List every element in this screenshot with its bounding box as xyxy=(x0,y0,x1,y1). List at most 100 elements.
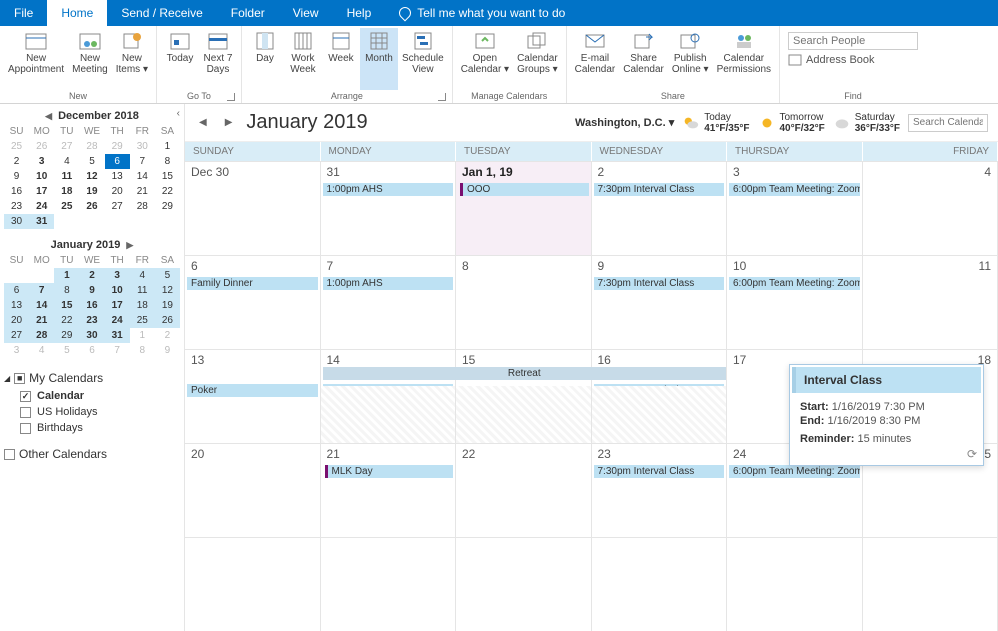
birthdays-checkbox[interactable] xyxy=(20,423,31,434)
mini-cal-day[interactable]: 4 xyxy=(54,154,79,169)
calendar-event[interactable]: Poker xyxy=(187,384,318,397)
mini-cal-day[interactable]: 20 xyxy=(105,184,130,199)
day-cell[interactable]: 11 xyxy=(863,256,998,349)
weather-location[interactable]: Washington, D.C. ▾ xyxy=(575,116,674,129)
mini-cal-day[interactable]: 31 xyxy=(29,214,54,229)
mini-cal-day[interactable]: 3 xyxy=(29,154,54,169)
mini-cal-day[interactable]: 8 xyxy=(155,154,180,169)
my-calendars-header[interactable]: ◢ ■ My Calendars xyxy=(4,368,180,388)
week-button[interactable]: Week xyxy=(322,28,360,90)
mini-cal-day[interactable]: 5 xyxy=(54,343,79,358)
mini-cal-day[interactable]: 7 xyxy=(130,154,155,169)
mini-cal-day[interactable]: 25 xyxy=(4,139,29,154)
new-meeting-button[interactable]: NewMeeting xyxy=(68,28,112,90)
mini-cal-day[interactable]: 14 xyxy=(29,298,54,313)
new-items-button[interactable]: NewItems ▾ xyxy=(112,28,152,90)
mini-cal-day[interactable]: 28 xyxy=(29,328,54,343)
mini-cal-day[interactable]: 21 xyxy=(29,313,54,328)
mini-cal-day[interactable]: 3 xyxy=(4,343,29,358)
day-cell[interactable] xyxy=(321,538,457,631)
my-calendars-checkbox[interactable]: ■ xyxy=(14,373,25,384)
cal-prev-button[interactable]: ◀ xyxy=(195,117,211,128)
mini-cal-day[interactable]: 6 xyxy=(79,343,104,358)
schedule-view-button[interactable]: ScheduleView xyxy=(398,28,448,90)
mini-cal-day[interactable]: 19 xyxy=(79,184,104,199)
day-view-button[interactable]: Day xyxy=(246,28,284,90)
day-cell[interactable]: 311:00pm AHS xyxy=(321,162,457,255)
mini-cal-day[interactable]: 1 xyxy=(155,139,180,154)
menu-home[interactable]: Home xyxy=(47,0,107,26)
share-calendar-button[interactable]: ShareCalendar xyxy=(619,28,668,90)
publish-online-button[interactable]: PublishOnline ▾ xyxy=(668,28,713,90)
mini-cal-day[interactable]: 29 xyxy=(155,199,180,214)
mini-cal-day[interactable]: 10 xyxy=(105,283,130,298)
menu-view[interactable]: View xyxy=(279,0,333,26)
calendar-event[interactable]: 1:00pm AHS xyxy=(323,277,454,290)
mini-cal-day[interactable]: 24 xyxy=(29,199,54,214)
calendar-permissions-button[interactable]: CalendarPermissions xyxy=(713,28,775,90)
mini-cal-day[interactable]: 22 xyxy=(155,184,180,199)
mini-cal-day[interactable]: 16 xyxy=(79,298,104,313)
mini-cal-day[interactable]: 9 xyxy=(79,283,104,298)
day-cell[interactable]: 6Family Dinner xyxy=(185,256,321,349)
us-holidays-checkbox[interactable] xyxy=(20,407,31,418)
menu-help[interactable]: Help xyxy=(333,0,386,26)
calendar-event[interactable]: 6:00pm Team Meeting: Zoom xyxy=(729,465,860,478)
mini-cal-day[interactable]: 20 xyxy=(4,313,29,328)
email-calendar-button[interactable]: E-mailCalendar xyxy=(571,28,620,90)
day-cell[interactable]: 71:00pm AHS xyxy=(321,256,457,349)
mini-cal-day[interactable]: 30 xyxy=(79,328,104,343)
mini-cal-day[interactable]: 26 xyxy=(79,199,104,214)
mini-cal-day[interactable]: 3 xyxy=(105,268,130,283)
mini-cal-day[interactable]: 13 xyxy=(4,298,29,313)
day-cell[interactable]: 13Poker xyxy=(185,350,321,443)
mini-cal-day[interactable]: 14 xyxy=(130,169,155,184)
cal-next-button[interactable]: ▶ xyxy=(221,117,237,128)
mini-cal-day[interactable]: 8 xyxy=(54,283,79,298)
mini-cal-day[interactable]: 28 xyxy=(79,139,104,154)
calendar-checkbox[interactable]: ✓ xyxy=(20,391,31,402)
mini-cal-day[interactable]: 26 xyxy=(29,139,54,154)
mini-cal-day[interactable]: 19 xyxy=(155,298,180,313)
open-calendar-button[interactable]: OpenCalendar ▾ xyxy=(457,28,513,90)
day-cell[interactable] xyxy=(727,538,863,631)
mini-cal-day[interactable]: 12 xyxy=(155,283,180,298)
day-cell[interactable]: 36:00pm Team Meeting: Zoom xyxy=(727,162,863,255)
day-cell[interactable]: 27:30pm Interval Class xyxy=(592,162,728,255)
calendar-item[interactable]: ✓Calendar xyxy=(4,388,180,404)
mini-cal-day[interactable]: 16 xyxy=(4,184,29,199)
calendar-event[interactable]: 6:00pm Team Meeting: Zoom xyxy=(729,183,860,196)
day-cell[interactable] xyxy=(185,538,321,631)
calendar-event[interactable]: 6:00pm Team Meeting: Zoom xyxy=(729,277,860,290)
mini-cal-day[interactable]: 4 xyxy=(130,268,155,283)
mini-cal-day[interactable]: 15 xyxy=(155,169,180,184)
mini-cal-day[interactable]: 1 xyxy=(130,328,155,343)
mini-cal-day[interactable]: 28 xyxy=(130,199,155,214)
mini-cal-day[interactable]: 18 xyxy=(130,298,155,313)
tell-me-search[interactable]: Tell me what you want to do xyxy=(385,0,579,26)
day-cell[interactable]: 97:30pm Interval Class xyxy=(592,256,728,349)
calendar-event[interactable]: 7:30pm Interval Class xyxy=(594,465,725,478)
mini-cal-day[interactable]: 18 xyxy=(54,184,79,199)
mini-cal-day[interactable]: 21 xyxy=(130,184,155,199)
mini-cal-day[interactable]: 30 xyxy=(130,139,155,154)
mini-cal-day[interactable]: 7 xyxy=(29,283,54,298)
other-calendars-checkbox[interactable] xyxy=(4,449,15,460)
mini-cal-day[interactable]: 27 xyxy=(105,199,130,214)
mini-cal-day[interactable]: 26 xyxy=(155,313,180,328)
day-cell[interactable]: 106:00pm Team Meeting: Zoom xyxy=(727,256,863,349)
mini-cal-day[interactable]: 9 xyxy=(4,169,29,184)
day-cell[interactable] xyxy=(592,538,728,631)
day-cell[interactable]: 4 xyxy=(863,162,998,255)
mini-cal-day[interactable]: 23 xyxy=(79,313,104,328)
mini-cal-day[interactable]: 17 xyxy=(105,298,130,313)
mini-cal-day[interactable]: 29 xyxy=(54,328,79,343)
mini-cal-day[interactable]: 2 xyxy=(155,328,180,343)
mini-cal-day[interactable]: 22 xyxy=(54,313,79,328)
day-cell[interactable]: 22 xyxy=(456,444,592,537)
day-cell[interactable]: 141:00pm AHS xyxy=(321,350,457,443)
day-cell[interactable]: Jan 1, 19OOO xyxy=(456,162,592,255)
day-cell[interactable] xyxy=(456,538,592,631)
mini-cal-day[interactable]: 23 xyxy=(4,199,29,214)
mini-cal-day[interactable]: 15 xyxy=(54,298,79,313)
